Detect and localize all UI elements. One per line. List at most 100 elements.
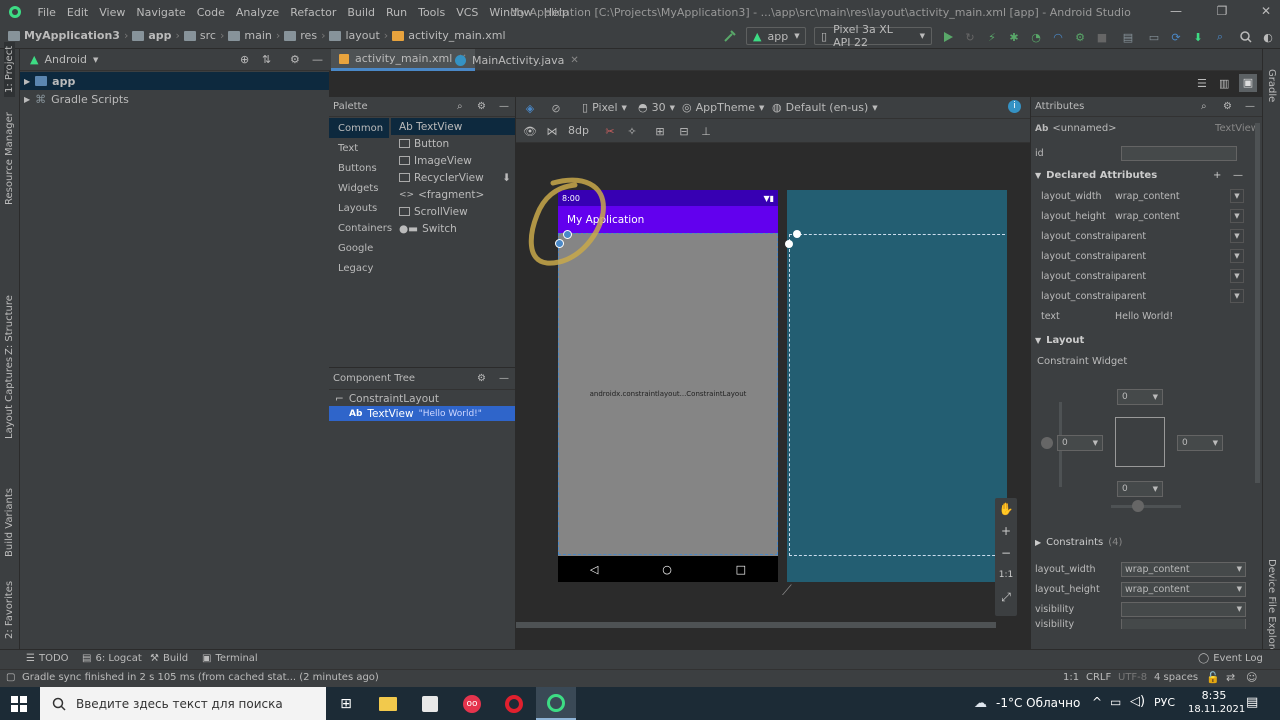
- hide-icon[interactable]: —: [499, 101, 509, 112]
- remove-attribute-icon[interactable]: —: [1233, 170, 1243, 181]
- status-message[interactable]: Gradle sync finished in 2 s 105 ms (from…: [22, 672, 379, 683]
- gear-icon[interactable]: ⚙: [477, 101, 486, 112]
- volume-icon[interactable]: ◁): [1130, 694, 1145, 709]
- resize-handle-icon[interactable]: ⟋: [782, 583, 792, 599]
- resource-manager-tool-tab[interactable]: Resource Manager: [4, 112, 15, 205]
- expand-arrow-icon[interactable]: ▶: [1035, 538, 1041, 547]
- profile-icon[interactable]: ◠: [1050, 29, 1066, 45]
- guidelines-icon[interactable]: ⊥: [698, 123, 714, 139]
- menu-file[interactable]: File: [32, 6, 61, 19]
- menu-build[interactable]: Build: [342, 6, 381, 19]
- breadcrumb-res[interactable]: res: [284, 29, 317, 42]
- start-button[interactable]: [0, 687, 38, 720]
- palette-category-layouts[interactable]: Layouts: [329, 198, 389, 218]
- make-project-icon[interactable]: [722, 28, 738, 44]
- rerun-icon[interactable]: ↻: [962, 29, 978, 45]
- add-attribute-icon[interactable]: +: [1213, 170, 1221, 181]
- device-file-explorer-tool-tab[interactable]: Device File Explorer: [1266, 559, 1277, 658]
- infer-constraints-icon[interactable]: ✧: [624, 123, 640, 139]
- constraints-section-header[interactable]: ▶ Constraints (4): [1035, 532, 1122, 552]
- hide-icon[interactable]: —: [499, 373, 509, 384]
- event-log-tool-button[interactable]: ◯ Event Log: [1198, 653, 1263, 664]
- stop-icon[interactable]: ■: [1094, 29, 1110, 45]
- todo-tool-button[interactable]: ☰ TODO: [26, 653, 69, 664]
- debug-icon[interactable]: ✱: [1006, 29, 1022, 45]
- breadcrumb-src[interactable]: src: [183, 29, 216, 42]
- split-view-icon[interactable]: ▥: [1219, 77, 1229, 90]
- tree-node-constraintlayout[interactable]: ⌐ ConstraintLayout: [329, 391, 515, 406]
- expand-arrow-icon[interactable]: ▶: [24, 77, 30, 86]
- language-indicator[interactable]: РУС: [1154, 696, 1175, 709]
- terminal-tool-button[interactable]: ▣ Terminal: [202, 653, 258, 664]
- store-icon[interactable]: [410, 687, 450, 720]
- palette-widget-switch[interactable]: ●▬ Switch: [391, 220, 515, 237]
- clear-constraints-icon[interactable]: ✂: [602, 123, 618, 139]
- attr-row-text[interactable]: text Hello World!: [1031, 306, 1246, 326]
- device-dropdown[interactable]: ▯ Pixel ▼: [582, 101, 627, 114]
- palette-widget-scrollview[interactable]: ScrollView: [391, 203, 515, 220]
- design-view-icon[interactable]: ▣: [1239, 74, 1257, 92]
- network-icon[interactable]: ▭: [1110, 695, 1121, 709]
- layout-captures-tool-tab[interactable]: Layout Captures: [4, 357, 15, 439]
- favorites-tool-tab[interactable]: 2: Favorites: [4, 581, 15, 639]
- chevron-down-icon[interactable]: ▼: [93, 56, 98, 64]
- layers-icon[interactable]: ◈: [522, 100, 538, 116]
- attr-row[interactable]: layout_height wrap_content ▼: [1031, 206, 1246, 226]
- chevron-down-icon[interactable]: ▼: [1230, 249, 1244, 263]
- attr-row[interactable]: layout_constraint... parent▼: [1031, 286, 1246, 306]
- attr-row[interactable]: visibility ▼: [1031, 599, 1246, 619]
- close-tab-icon[interactable]: ✕: [570, 55, 578, 66]
- menu-vcs[interactable]: VCS: [451, 6, 484, 19]
- tree-item-gradle-scripts[interactable]: ▶ ⌘ Gradle Scripts: [20, 90, 329, 108]
- pack-icon[interactable]: ⊞: [652, 123, 668, 139]
- breadcrumb-file[interactable]: activity_main.xml: [392, 29, 506, 42]
- close-icon[interactable]: ✕: [1258, 4, 1274, 20]
- hide-icon[interactable]: —: [1245, 101, 1255, 112]
- account-icon[interactable]: ◐: [1260, 29, 1276, 45]
- minimize-icon[interactable]: —: [1168, 4, 1184, 20]
- bias-handle-icon[interactable]: [1132, 500, 1144, 512]
- coverage-icon[interactable]: ◔: [1028, 29, 1044, 45]
- expand-arrow-icon[interactable]: ▶: [24, 95, 30, 104]
- view-options-icon[interactable]: 👁: [522, 123, 538, 139]
- menu-refactor[interactable]: Refactor: [285, 6, 342, 19]
- gear-icon[interactable]: ⚙: [290, 53, 300, 66]
- project-view-mode[interactable]: Android: [44, 53, 87, 66]
- tray-expand-icon[interactable]: ^: [1092, 695, 1102, 709]
- attr-row[interactable]: layout_width wrap_content ▼: [1031, 559, 1246, 579]
- app-icon-red[interactable]: oo: [452, 687, 492, 720]
- run-icon[interactable]: [940, 29, 956, 45]
- chevron-down-icon[interactable]: ▼: [1230, 229, 1244, 243]
- attr-row[interactable]: layout_constraint... parent▼: [1031, 226, 1246, 246]
- breadcrumb-app[interactable]: app: [132, 29, 172, 42]
- tool-windows-icon[interactable]: ▢: [6, 672, 15, 683]
- attributes-scrollbar[interactable]: [1255, 123, 1260, 483]
- android-studio-taskbar-icon[interactable]: [536, 687, 576, 720]
- blueprint-handle-top[interactable]: [793, 230, 801, 238]
- palette-widget-imageview[interactable]: ImageView: [391, 152, 515, 169]
- bias-handle-icon[interactable]: [1041, 437, 1053, 449]
- locale-dropdown[interactable]: ◍ Default (en-us) ▼: [772, 101, 878, 114]
- avd-manager-icon[interactable]: ▭: [1146, 29, 1162, 45]
- breadcrumb-main[interactable]: main: [228, 29, 272, 42]
- gear-icon[interactable]: ⚙: [477, 373, 486, 384]
- logcat-tool-button[interactable]: ▤ 6: Logcat: [82, 653, 142, 664]
- margin-bottom-field[interactable]: 0 ▼: [1117, 481, 1163, 497]
- id-input[interactable]: [1121, 145, 1237, 161]
- info-icon[interactable]: i: [1008, 100, 1021, 113]
- default-margin-dropdown[interactable]: 8dp: [568, 124, 589, 137]
- pan-icon[interactable]: ✋: [995, 498, 1017, 520]
- menu-analyze[interactable]: Analyze: [230, 6, 284, 19]
- canvas-horizontal-scrollbar[interactable]: [516, 622, 996, 628]
- zoom-to-fit-button[interactable]: ⤢: [995, 586, 1017, 608]
- chevron-down-icon[interactable]: ▼: [1230, 189, 1244, 203]
- device-select[interactable]: ▯ Pixel 3a XL API 22 ▼: [814, 23, 932, 49]
- task-view-icon[interactable]: ⊞: [326, 687, 366, 720]
- zoom-in-button[interactable]: +: [995, 520, 1017, 542]
- blueprint-preview[interactable]: [785, 190, 1007, 582]
- run-config-select[interactable]: ▲ app ▼: [746, 27, 806, 45]
- attr-row[interactable]: layout_height wrap_content ▼: [1031, 579, 1246, 599]
- collapse-arrow-icon[interactable]: ▼: [1035, 171, 1041, 180]
- lock-icon[interactable]: 🔓: [1206, 671, 1220, 684]
- chevron-down-icon[interactable]: ▼: [1237, 565, 1242, 573]
